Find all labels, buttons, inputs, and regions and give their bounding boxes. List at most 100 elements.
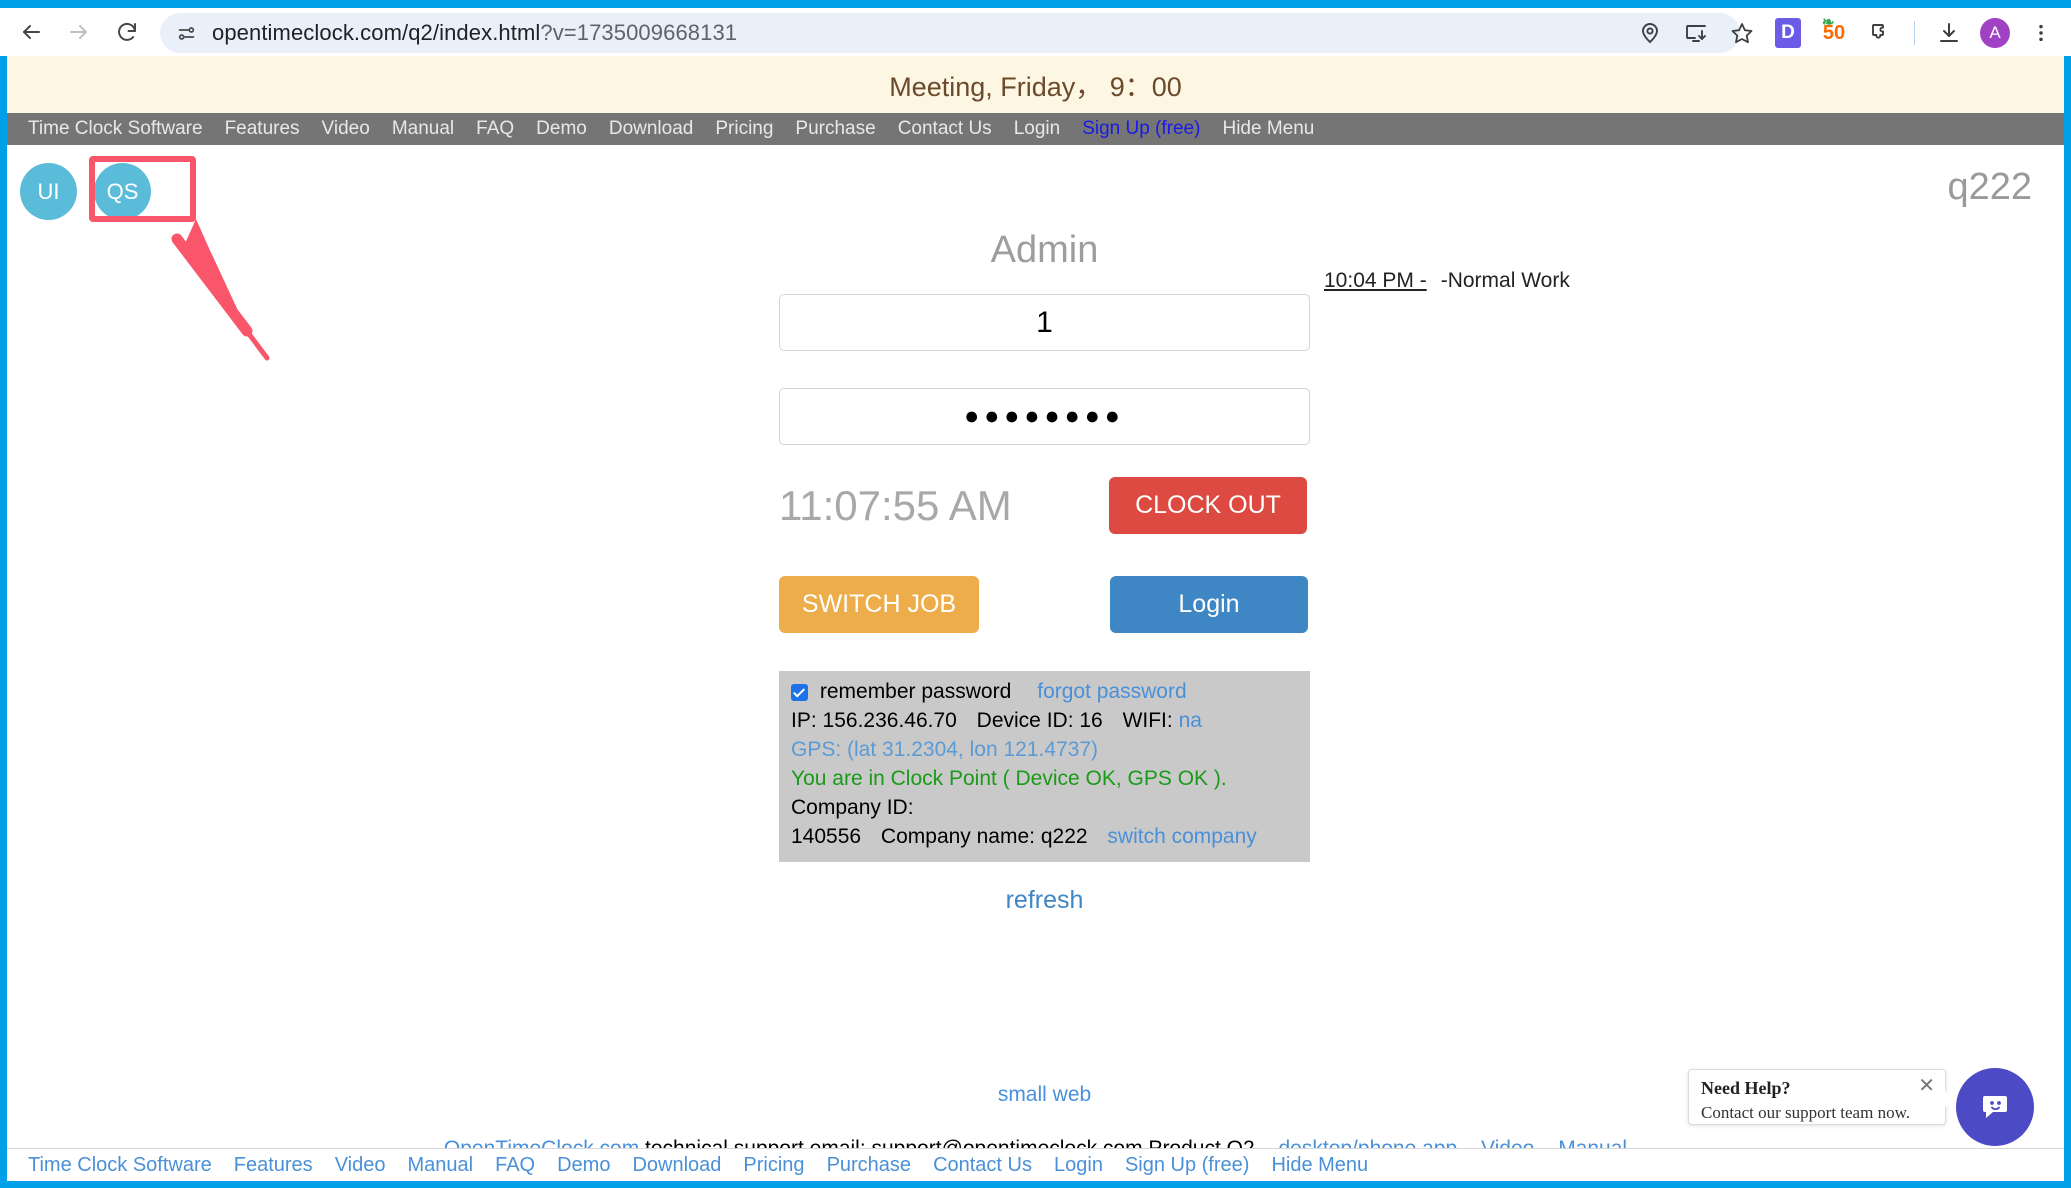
profile-initial: A xyxy=(1989,23,2001,42)
current-time-display: 11:07:55 AM xyxy=(779,481,1012,529)
forgot-password-link[interactable]: forgot password xyxy=(1037,680,1186,703)
meeting-banner: Meeting, Friday， 9：00 xyxy=(7,56,2064,113)
topnav-item-signup[interactable]: Sign Up (free) xyxy=(1071,118,1211,140)
switch-company-link[interactable]: switch company xyxy=(1107,825,1256,848)
topnav-item-1[interactable]: Features xyxy=(214,118,311,140)
close-x-icon[interactable]: ✕ xyxy=(1918,1076,1935,1096)
topnav-item-2[interactable]: Video xyxy=(311,118,381,140)
shortcut-button-qs[interactable]: QS xyxy=(94,163,151,220)
last-punch-note: 10:04 PM - -Normal Work xyxy=(1324,269,1570,293)
botnav-item-10[interactable]: Login xyxy=(1043,1154,1114,1177)
company-name-label: Company name: xyxy=(880,824,1035,848)
botnav-item-1[interactable]: Features xyxy=(223,1154,324,1177)
page-content: UI QS q222 Admin 1 10:04 PM - -Normal Wor… xyxy=(7,145,2064,1181)
page-viewport: Meeting, Friday， 9：00 Time Clock Softwar… xyxy=(0,56,2071,1188)
avatar[interactable]: A xyxy=(1975,13,2015,53)
browser-toolbar-right: D ❧ 50 A xyxy=(1630,13,2061,53)
remember-password-row: remember password forgot password xyxy=(791,678,1298,707)
botnav-item-8[interactable]: Purchase xyxy=(816,1154,923,1177)
switch-job-button[interactable]: SWITCH JOB xyxy=(779,576,979,633)
username-value: 1 xyxy=(1036,305,1053,339)
botnav-item-2[interactable]: Video xyxy=(324,1154,397,1177)
botnav-item-4[interactable]: FAQ xyxy=(484,1154,546,1177)
browser-toolbar: opentimeclock.com/q2/index.html?v=173500… xyxy=(0,8,2071,56)
chat-bubble-icon[interactable] xyxy=(1956,1068,2034,1146)
botnav-item-11[interactable]: Sign Up (free) xyxy=(1114,1154,1261,1177)
window-top-accent xyxy=(0,0,2071,8)
ip-label: IP: xyxy=(791,708,817,732)
top-navigation: Time Clock Software Features Video Manua… xyxy=(7,113,2064,145)
company-id-label: Company ID: xyxy=(791,795,914,819)
topnav-item-0[interactable]: Time Clock Software xyxy=(17,118,214,140)
topnav-item-6[interactable]: Download xyxy=(598,118,705,140)
url-query: ?v=1735009668131 xyxy=(540,20,738,45)
username-input[interactable]: 1 xyxy=(779,294,1310,351)
extension-d-icon[interactable]: D xyxy=(1768,13,1808,53)
network-info-row: IP: 156.236.46.70 Device ID: 16 WIFI: na xyxy=(791,707,1298,736)
extension-sq-icon[interactable]: ❧ 50 xyxy=(1814,13,1854,53)
ip-value: 156.236.46.70 xyxy=(822,708,957,732)
gps-row: GPS: (lat 31.2304, lon 121.4737) xyxy=(791,737,1099,761)
shortcut-ui-label: UI xyxy=(37,178,60,204)
topnav-item-10[interactable]: Login xyxy=(1003,118,1072,140)
chat-prompt-subtitle: Contact our support team now. xyxy=(1701,1103,1910,1122)
clock-out-button[interactable]: CLOCK OUT xyxy=(1109,477,1307,534)
bottom-navigation: Time Clock Software Features Video Manua… xyxy=(7,1148,2064,1181)
botnav-item-9[interactable]: Contact Us xyxy=(922,1154,1043,1177)
login-button[interactable]: Login xyxy=(1110,576,1308,633)
company-id-value: 140556 xyxy=(791,824,862,848)
topnav-item-12[interactable]: Hide Menu xyxy=(1211,118,1325,140)
botnav-item-3[interactable]: Manual xyxy=(396,1154,484,1177)
toolbar-divider xyxy=(1914,21,1915,45)
url-main: opentimeclock.com/q2/index.html xyxy=(212,20,541,45)
topnav-item-9[interactable]: Contact Us xyxy=(887,118,1003,140)
clock-form: Admin 1 10:04 PM - -Normal Work ●●●●●●●● … xyxy=(779,145,1570,1106)
address-bar[interactable]: opentimeclock.com/q2/index.html?v=173500… xyxy=(160,13,1740,53)
extensions-puzzle-icon[interactable] xyxy=(1860,13,1900,53)
address-bar-text: opentimeclock.com/q2/index.html?v=173500… xyxy=(212,20,737,46)
topnav-item-3[interactable]: Manual xyxy=(381,118,465,140)
botnav-item-5[interactable]: Demo xyxy=(546,1154,621,1177)
extension-d-label: D xyxy=(1781,22,1795,43)
company-row: 140556 Company name: q222 switch company xyxy=(791,823,1298,852)
topnav-item-5[interactable]: Demo xyxy=(525,118,598,140)
device-id-value: 16 xyxy=(1079,708,1103,732)
device-info-panel: remember password forgot password IP: 156… xyxy=(779,671,1310,862)
meeting-banner-text: Meeting, Friday， 9：00 xyxy=(889,72,1182,102)
password-input[interactable]: ●●●●●●●● xyxy=(779,388,1310,445)
site-settings-icon[interactable] xyxy=(172,19,200,47)
refresh-link[interactable]: refresh xyxy=(779,886,1310,915)
last-punch-job: -Normal Work xyxy=(1440,269,1570,292)
action-row: SWITCH JOB Login xyxy=(779,576,1310,633)
clock-point-status-row: You are in Clock Point ( Device OK, GPS … xyxy=(791,765,1298,823)
three-dot-menu-icon[interactable] xyxy=(2021,13,2061,53)
location-pin-icon[interactable] xyxy=(1630,13,1670,53)
download-icon[interactable] xyxy=(1929,13,1969,53)
extension-sq-leaf: ❧ xyxy=(1821,14,1835,31)
topnav-item-8[interactable]: Purchase xyxy=(784,118,886,140)
remember-password-label: remember password xyxy=(819,680,1012,703)
chat-prompt-title: Need Help? xyxy=(1701,1078,1791,1098)
botnav-item-7[interactable]: Pricing xyxy=(732,1154,815,1177)
wifi-label: WIFI: xyxy=(1122,708,1173,732)
chat-bubble-tail xyxy=(1944,1090,1954,1108)
shortcut-qs-label: QS xyxy=(106,178,139,204)
botnav-item-0[interactable]: Time Clock Software xyxy=(17,1154,223,1177)
back-arrow-icon[interactable] xyxy=(14,15,48,49)
reload-icon[interactable] xyxy=(110,15,144,49)
star-bookmark-icon[interactable] xyxy=(1722,13,1762,53)
shortcut-button-ui[interactable]: UI xyxy=(20,163,77,220)
topnav-item-7[interactable]: Pricing xyxy=(704,118,784,140)
forward-arrow-icon[interactable] xyxy=(62,15,96,49)
small-web-link[interactable]: small web xyxy=(779,1083,1310,1107)
install-app-icon[interactable] xyxy=(1676,13,1716,53)
wifi-value: na xyxy=(1178,708,1202,732)
topnav-item-4[interactable]: FAQ xyxy=(465,118,525,140)
browser-nav-buttons xyxy=(0,15,144,49)
company-name-value: q222 xyxy=(1040,824,1088,848)
clock-point-status: You are in Clock Point ( Device OK, GPS … xyxy=(791,766,1227,790)
botnav-item-12[interactable]: Hide Menu xyxy=(1260,1154,1379,1177)
chat-prompt-bubble[interactable]: Need Help? Contact our support team now.… xyxy=(1688,1069,1954,1125)
remember-password-checkbox[interactable] xyxy=(791,684,808,701)
botnav-item-6[interactable]: Download xyxy=(621,1154,732,1177)
